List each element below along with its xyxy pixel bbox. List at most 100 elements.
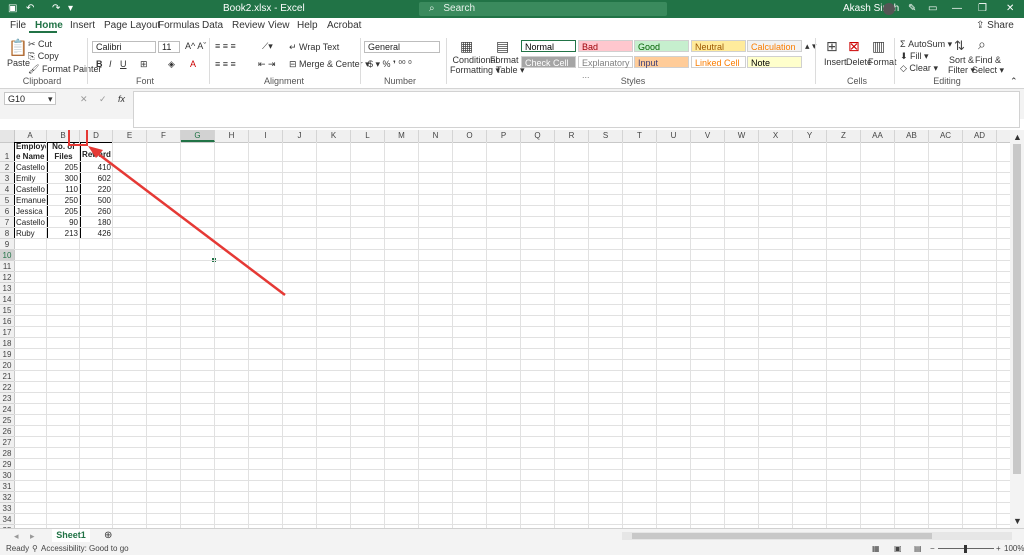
paste-button[interactable]: Paste [7, 58, 30, 68]
enter-icon[interactable]: ✓ [99, 94, 107, 105]
column-header-s[interactable]: S [589, 130, 623, 142]
column-header-e[interactable]: E [113, 130, 147, 142]
font-name-select[interactable]: Calibri [92, 41, 156, 53]
find-select-icon[interactable]: ⌕ [978, 36, 986, 53]
paste-icon[interactable]: 📋 [8, 38, 28, 58]
zoom-in-icon[interactable]: + [996, 542, 1001, 555]
row-header-1[interactable]: 1 [0, 142, 14, 162]
page-layout-view-icon[interactable]: ▣ [894, 542, 902, 555]
search-box[interactable]: ⌕ Search [419, 2, 667, 16]
row-header-13[interactable]: 13 [0, 283, 14, 294]
column-header-n[interactable]: N [419, 130, 453, 142]
header-employee-name[interactable]: Employe e Name [14, 142, 47, 162]
column-header-j[interactable]: J [283, 130, 317, 142]
row-header-7[interactable]: 7 [0, 217, 14, 228]
column-header-ad[interactable]: AD [963, 130, 997, 142]
autosum-button[interactable]: Σ AutoSum ▾ [900, 39, 952, 50]
cell-style-explanatory[interactable]: Explanatory ... [578, 56, 633, 80]
name-box-dropdown-icon[interactable]: ▾ [48, 94, 53, 105]
column-header-h[interactable]: H [215, 130, 249, 142]
cancel-icon[interactable]: ✕ [80, 94, 88, 105]
row-header-22[interactable]: 22 [0, 382, 14, 393]
row-header-4[interactable]: 4 [0, 184, 14, 195]
conditional-formatting-icon[interactable]: ▦ [460, 38, 473, 55]
undo-icon[interactable]: ↶ [26, 0, 34, 18]
customize-qat-icon[interactable]: ▾ [68, 0, 73, 18]
sort-filter-button[interactable]: Sort & Filter ▾ [948, 55, 975, 75]
find-select-button[interactable]: Find & Select ▾ [972, 55, 1004, 75]
prev-sheet-icon[interactable]: ◂ [14, 531, 19, 542]
orientation-icon[interactable]: ⟋▾ [262, 41, 273, 52]
zoom-slider-thumb[interactable] [964, 545, 967, 553]
row-header-18[interactable]: 18 [0, 338, 14, 349]
column-header-x[interactable]: X [759, 130, 793, 142]
row-header-34[interactable]: 34 [0, 514, 14, 525]
wrap-text-button[interactable]: ↵ Wrap Text [289, 42, 339, 53]
tab-page-layout[interactable]: Page Layout [104, 20, 160, 31]
pen-icon[interactable]: ✎ [908, 0, 916, 18]
hscroll-thumb[interactable] [632, 533, 932, 539]
format-painter-button[interactable]: 🖌 Format Painter [28, 64, 101, 75]
tab-home[interactable]: Home [35, 20, 63, 31]
row-header-21[interactable]: 21 [0, 371, 14, 382]
insert-function-button[interactable]: fx [118, 94, 125, 104]
cell-style-input[interactable]: Input [634, 56, 689, 68]
restore-icon[interactable]: ❐ [978, 0, 987, 18]
row-header-9[interactable]: 9 [0, 239, 14, 250]
column-header-t[interactable]: T [623, 130, 657, 142]
accessibility-status[interactable]: Accessibility: Good to go [41, 542, 129, 555]
cell-style-bad[interactable]: Bad [578, 40, 633, 52]
cell-style-check-cell[interactable]: Check Cell [521, 56, 576, 68]
row-header-28[interactable]: 28 [0, 448, 14, 459]
row-header-24[interactable]: 24 [0, 404, 14, 415]
cell-style-good[interactable]: Good [634, 40, 689, 52]
autosave-icon[interactable]: ▣ [8, 0, 17, 18]
row-header-29[interactable]: 29 [0, 459, 14, 470]
row-header-8[interactable]: 8 [0, 228, 14, 239]
cell-style-note[interactable]: Note [747, 56, 802, 68]
tab-data[interactable]: Data [202, 20, 223, 31]
indent-icon[interactable]: ⇤ ⇥ [258, 59, 276, 70]
collapse-ribbon-icon[interactable]: ⌃ [1010, 76, 1018, 87]
row-header-15[interactable]: 15 [0, 305, 14, 316]
row-header-31[interactable]: 31 [0, 481, 14, 492]
row-header-26[interactable]: 26 [0, 426, 14, 437]
italic-button[interactable]: I [109, 59, 112, 69]
column-header-m[interactable]: M [385, 130, 419, 142]
header-reward[interactable]: Reward [80, 150, 113, 160]
grow-font-icon[interactable]: A^ Aˇ [185, 41, 206, 51]
row-header-11[interactable]: 11 [0, 261, 14, 272]
number-format-select[interactable]: General [364, 41, 440, 53]
fill-color-icon[interactable]: ◈ [168, 59, 175, 70]
tab-view[interactable]: View [268, 20, 290, 31]
next-sheet-icon[interactable]: ▸ [30, 531, 35, 542]
align-left-icon[interactable]: ≡ ≡ ≡ [215, 59, 236, 69]
share-button[interactable]: ⇪ Share [976, 20, 1014, 31]
column-header-z[interactable]: Z [827, 130, 861, 142]
scroll-up-icon[interactable]: ▲ [1013, 132, 1022, 142]
merge-center-button[interactable]: ⊟ Merge & Center ▾ [289, 59, 370, 70]
column-header-k[interactable]: K [317, 130, 351, 142]
formula-input[interactable] [133, 91, 1020, 128]
cell-style-neutral[interactable]: Neutral [691, 40, 746, 52]
tab-file[interactable]: File [10, 20, 26, 31]
column-header-u[interactable]: U [657, 130, 691, 142]
accessibility-icon[interactable]: ⚲ [32, 542, 38, 555]
tab-acrobat[interactable]: Acrobat [327, 20, 361, 31]
column-header-y[interactable]: Y [793, 130, 827, 142]
column-header-i[interactable]: I [249, 130, 283, 142]
column-header-o[interactable]: O [453, 130, 487, 142]
zoom-level[interactable]: 100% [1004, 542, 1024, 555]
cell-style-normal[interactable]: Normal [521, 40, 576, 52]
column-header-f[interactable]: F [147, 130, 181, 142]
delete-icon[interactable]: ⊠ [848, 38, 860, 55]
sort-filter-icon[interactable]: ⇅ [954, 38, 965, 54]
tab-formulas[interactable]: Formulas [158, 20, 200, 31]
avatar[interactable] [883, 3, 895, 15]
insert-icon[interactable]: ⊞ [826, 38, 838, 55]
horizontal-scrollbar[interactable] [622, 532, 1012, 540]
page-break-view-icon[interactable]: ▤ [914, 542, 922, 555]
underline-button[interactable]: U [120, 59, 127, 69]
row-header-10[interactable]: 10 [0, 250, 14, 261]
tab-review[interactable]: Review [232, 20, 265, 31]
